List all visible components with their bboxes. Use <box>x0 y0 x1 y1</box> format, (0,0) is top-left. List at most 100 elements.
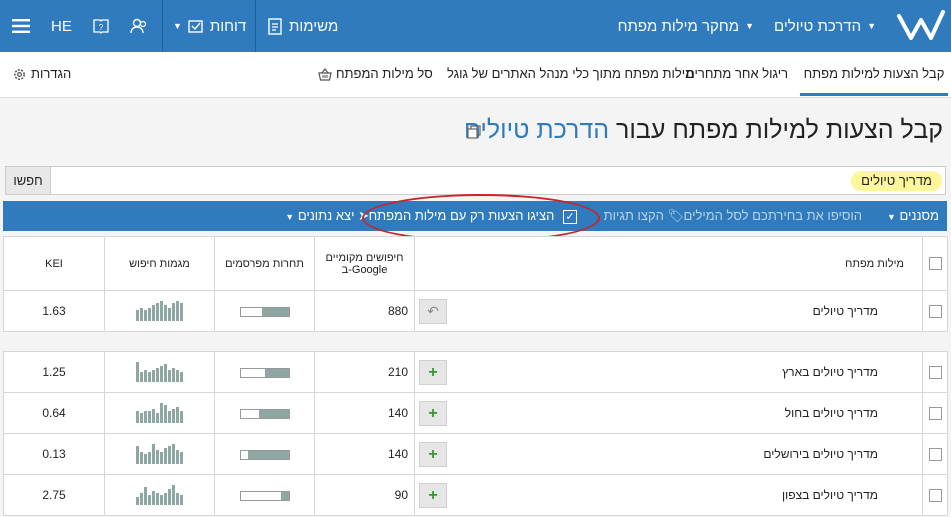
row-checkbox[interactable] <box>928 448 942 462</box>
tasks-menu[interactable]: משימות <box>267 0 338 52</box>
settings-link[interactable]: הגדרות <box>12 52 71 96</box>
row-checkbox[interactable] <box>928 366 942 380</box>
research-menu-label: מחקר מילות מפתח <box>617 17 740 35</box>
gear-icon <box>14 68 25 80</box>
trend-bar <box>152 409 155 423</box>
trend-bar <box>176 450 179 464</box>
col-kei[interactable]: KEI <box>3 236 105 291</box>
page-title-project[interactable]: הדרכת טיולים <box>464 116 609 144</box>
main-keyword-row: 1.63 880 ↶ מדריך טיולים <box>3 290 948 332</box>
top-navbar: הדרכת טיולים ▼ מחקר מילות מפתח ▼ משימות … <box>0 0 951 52</box>
tab-label: קבל הצעות למילות מפתח <box>803 66 945 81</box>
competition-bar <box>239 306 290 317</box>
trend-bar <box>136 411 139 423</box>
language-switch[interactable]: HE <box>51 0 72 52</box>
select-all-checkbox[interactable] <box>928 257 942 270</box>
trend-bar <box>140 452 143 464</box>
add-keyword-button[interactable]: + <box>419 483 447 508</box>
page-title: קבל הצעות למילות מפתח עבור הדרכת טיולים <box>464 116 943 145</box>
col-keyword[interactable]: מילות מפתח <box>414 236 923 291</box>
keyword-text: מדריך טיולים <box>812 304 878 318</box>
trend-bar <box>168 308 171 321</box>
trend-bar <box>136 362 139 382</box>
kei-value: 1.25 <box>3 351 105 393</box>
reports-menu-label: דוחות <box>209 17 247 35</box>
trend-bar <box>144 454 147 464</box>
reports-menu[interactable]: ▼ דוחות <box>173 0 246 52</box>
tab-label: ריגול אחר מתחרים <box>686 66 789 81</box>
trend-bar <box>156 493 159 505</box>
assign-tags-label: הקצו תגיות <box>603 208 664 223</box>
keyword-cell: + מדריך טיולים בחול <box>414 392 923 434</box>
assign-tags-button[interactable]: 🏷 הקצו תגיות <box>604 201 684 231</box>
help-book-icon[interactable]: ? <box>90 15 112 37</box>
trend-bar <box>168 370 171 382</box>
project-menu-label: הדרכת טיולים <box>773 17 862 35</box>
competition-fill <box>247 450 289 459</box>
competition-fill <box>281 491 289 500</box>
trend-bar <box>148 372 151 382</box>
row-checkbox[interactable] <box>928 489 942 503</box>
col-trend[interactable]: מגמות חיפוש <box>104 236 215 291</box>
research-menu[interactable]: מחקר מילות מפתח ▼ <box>618 0 754 52</box>
trend-bar <box>180 372 183 382</box>
add-keyword-button[interactable]: + <box>419 401 447 426</box>
competition-fill <box>258 409 289 418</box>
add-keyword-button[interactable]: + <box>419 360 447 385</box>
project-menu[interactable]: הדרכת טיולים ▼ <box>774 0 876 52</box>
competition-cell <box>214 392 315 434</box>
trend-bar <box>176 370 179 382</box>
trend-bar <box>152 305 155 321</box>
logo-w-icon[interactable] <box>897 10 945 42</box>
trend-bar <box>140 372 143 382</box>
search-trend-sparkline <box>136 444 183 464</box>
searches-value: 90 <box>314 474 415 516</box>
tab-competitor-spy[interactable]: ריגול אחר מתחרים <box>686 52 788 96</box>
hamburger-icon[interactable] <box>10 15 32 37</box>
trend-bar <box>144 310 147 321</box>
divider <box>162 0 163 52</box>
trend-bar <box>180 452 183 464</box>
search-trend-sparkline <box>136 403 183 423</box>
trend-bar <box>140 493 143 505</box>
chevron-down-icon: ▼ <box>867 21 876 31</box>
basket-icon <box>318 67 332 81</box>
trend-bar <box>140 413 143 423</box>
trend-bar <box>172 368 175 382</box>
tab-webmaster-keywords[interactable]: מילות מפתח מתוך כלי מנהל האתרים של גוגל <box>447 52 694 96</box>
tab-keyword-basket[interactable]: סל מילות המפתח <box>318 52 433 96</box>
trend-bar <box>176 493 179 505</box>
col-local-searches[interactable]: חיפושים מקומיים ב-Google <box>314 236 415 291</box>
trend-bar <box>172 303 175 321</box>
tabs-bar: קבל הצעות למילות מפתח ריגול אחר מתחרים מ… <box>0 52 951 98</box>
filters-dropdown[interactable]: מסננים ▼ <box>887 201 939 231</box>
settings-label: הגדרות <box>31 66 72 81</box>
search-trend-sparkline <box>136 485 183 505</box>
kei-value: 2.75 <box>3 474 105 516</box>
add-to-basket-button[interactable]: הוסיפו את בחירתכם לסל המילים <box>684 201 862 231</box>
keyword-text: מדריך טיולים בצפון <box>782 488 878 502</box>
trend-bar <box>168 411 171 423</box>
tab-keyword-suggestions[interactable]: קבל הצעות למילות מפתח <box>800 52 948 96</box>
undo-icon[interactable]: ↶ <box>419 299 447 324</box>
export-label: יצא נתונים <box>297 208 355 223</box>
row-checkbox[interactable] <box>928 305 942 319</box>
kei-value: 0.64 <box>3 392 105 434</box>
search-button[interactable]: חפשו <box>6 167 51 194</box>
competition-bar <box>239 449 290 460</box>
keyword-chip[interactable]: מדריך טיולים <box>851 171 942 191</box>
copy-icon[interactable] <box>467 125 481 139</box>
add-keyword-button[interactable]: + <box>419 442 447 467</box>
users-icon[interactable] <box>128 15 150 37</box>
table-row: 2.75 90 + מדריך טיולים בצפון <box>3 474 948 516</box>
trend-cell <box>104 351 215 393</box>
row-checkbox-cell <box>922 290 948 332</box>
trend-bar <box>180 411 183 423</box>
trend-bar <box>140 308 143 321</box>
keyword-search-input[interactable]: חפשו מדריך טיולים <box>5 166 946 195</box>
export-dropdown[interactable]: ➤ יצא נתונים ▼ <box>285 201 369 231</box>
col-competition[interactable]: תחרות מפרסמים <box>214 236 315 291</box>
svg-text:?: ? <box>99 23 104 32</box>
divider <box>255 0 256 52</box>
row-checkbox[interactable] <box>928 407 942 421</box>
